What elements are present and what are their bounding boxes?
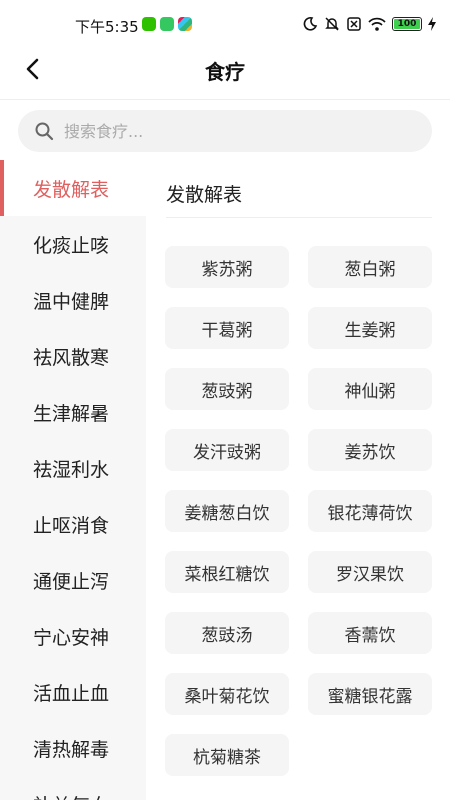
- recipe-chip[interactable]: 神仙粥: [308, 368, 432, 410]
- sidebar-item-fasan-jiebiao[interactable]: 发散解表: [0, 160, 146, 216]
- category-sidebar: 发散解表 化痰止咳 温中健脾 祛风散寒 生津解暑 祛湿利水 止呕消食 通便止泻 …: [0, 160, 146, 800]
- sidebar-item-shengjin-jieshu[interactable]: 生津解暑: [0, 384, 146, 440]
- wechat-icon: [142, 17, 156, 31]
- sidebar-item-tongbian-zhixie[interactable]: 通便止泻: [0, 552, 146, 608]
- recipe-chip[interactable]: 蜜糖银花露: [308, 673, 432, 715]
- page-title: 食疗: [205, 60, 245, 84]
- recipe-chip[interactable]: 杭菊糖茶: [165, 734, 289, 776]
- charging-icon: [428, 17, 436, 31]
- recipe-chip[interactable]: 生姜粥: [308, 307, 432, 349]
- recipe-chip[interactable]: 银花薄荷饮: [308, 490, 432, 532]
- status-bar: 下午5:35 100: [0, 0, 450, 40]
- app-icon: [160, 17, 174, 31]
- recipe-panel: 发散解表 紫苏粥 葱白粥 干葛粥 生姜粥 葱豉粥 神仙粥 发汗豉粥 姜苏饮 姜糖…: [146, 160, 450, 800]
- recipe-chip[interactable]: 葱豉粥: [165, 368, 289, 410]
- system-icons: 100: [302, 16, 436, 32]
- battery-text: 100: [397, 19, 417, 29]
- search-icon: [35, 122, 54, 141]
- bell-muted-icon: [325, 17, 339, 31]
- sidebar-item-huatan-zhike[interactable]: 化痰止咳: [0, 216, 146, 272]
- sidebar-item-huoxue-zhixue[interactable]: 活血止血: [0, 664, 146, 720]
- sidebar-item-wenzhong-jianpi[interactable]: 温中健脾: [0, 272, 146, 328]
- sidebar-item-buyi-qixue[interactable]: 补益气血: [0, 776, 146, 800]
- recipe-chip[interactable]: 姜苏饮: [308, 429, 432, 471]
- recipe-chip[interactable]: 香薷饮: [308, 612, 432, 654]
- sidebar-item-qushi-lishui[interactable]: 祛湿利水: [0, 440, 146, 496]
- slack-icon: [178, 17, 192, 31]
- recipe-chip[interactable]: 干葛粥: [165, 307, 289, 349]
- moon-icon: [303, 17, 318, 31]
- search-bar[interactable]: [18, 110, 432, 152]
- wifi-icon: [368, 17, 386, 31]
- recipe-chip[interactable]: 桑叶菊花饮: [165, 673, 289, 715]
- battery-icon: 100: [392, 17, 422, 31]
- sidebar-item-ningxin-anshen[interactable]: 宁心安神: [0, 608, 146, 664]
- divider: [166, 217, 432, 218]
- notification-icons: [142, 17, 192, 31]
- sim-x-icon: [347, 17, 361, 31]
- recipe-chip[interactable]: 罗汉果饮: [308, 551, 432, 593]
- section-title: 发散解表: [166, 184, 243, 206]
- search-input[interactable]: [64, 121, 384, 141]
- recipe-grid: 紫苏粥 葱白粥 干葛粥 生姜粥 葱豉粥 神仙粥 发汗豉粥 姜苏饮 姜糖葱白饮 银…: [165, 246, 433, 776]
- sidebar-item-qufeng-sanhan[interactable]: 祛风散寒: [0, 328, 146, 384]
- recipe-chip[interactable]: 姜糖葱白饮: [165, 490, 289, 532]
- recipe-chip[interactable]: 菜根红糖饮: [165, 551, 289, 593]
- recipe-chip[interactable]: 葱白粥: [308, 246, 432, 288]
- recipe-chip[interactable]: 紫苏粥: [165, 246, 289, 288]
- sidebar-item-zhiou-xiaoshi[interactable]: 止呕消食: [0, 496, 146, 552]
- recipe-chip[interactable]: 发汗豉粥: [165, 429, 289, 471]
- recipe-chip[interactable]: 葱豉汤: [165, 612, 289, 654]
- status-time: 下午5:35: [75, 18, 139, 36]
- header: 食疗: [0, 40, 450, 100]
- sidebar-item-qingre-jiedu[interactable]: 清热解毒: [0, 720, 146, 776]
